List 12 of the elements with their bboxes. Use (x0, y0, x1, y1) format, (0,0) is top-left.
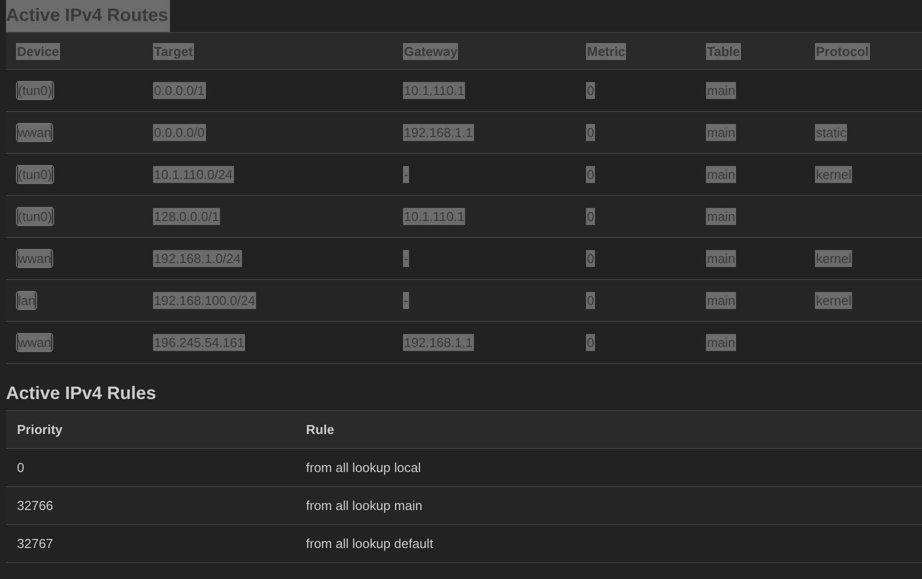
column-header: Rule (305, 421, 336, 438)
section-title: Active IPv4 Rules (6, 382, 156, 404)
table-cell: - (403, 166, 410, 183)
table-cell: 0 (16, 459, 26, 476)
table-cell: 32767 (16, 535, 54, 552)
table-cell: 32766 (16, 497, 54, 514)
table-cell: - (403, 250, 410, 267)
table-cell: from all lookup default (305, 535, 434, 552)
table-cell: - (403, 292, 410, 309)
column-header: Priority (16, 421, 64, 438)
table-cell: from all lookup local (305, 459, 422, 476)
table-cell: from all lookup main (305, 497, 424, 514)
